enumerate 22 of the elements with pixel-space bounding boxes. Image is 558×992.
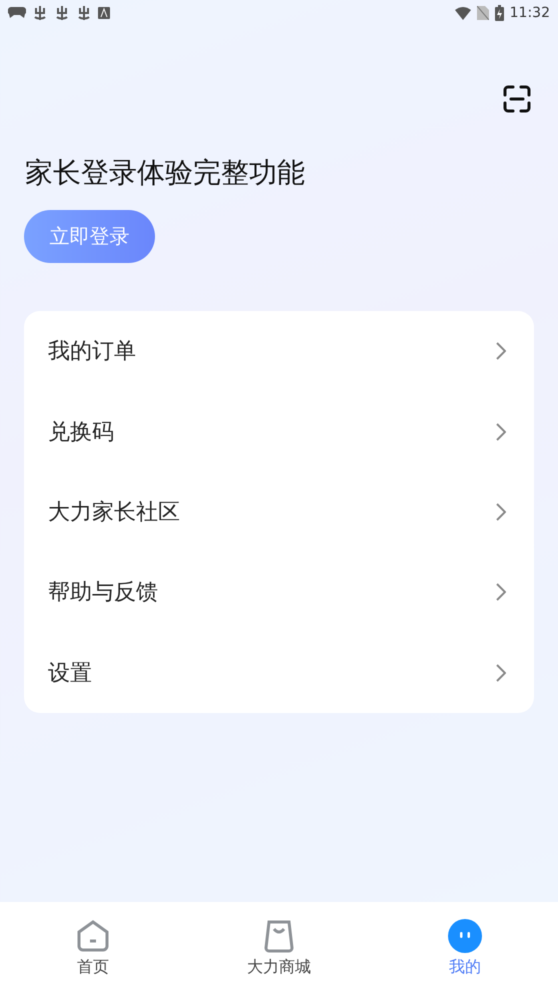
chevron-right-icon	[496, 502, 506, 521]
home-icon	[76, 919, 110, 953]
face-icon	[448, 919, 482, 953]
menu-item[interactable]: 设置	[48, 658, 92, 688]
chevron-right-icon	[496, 342, 506, 360]
nav-tab[interactable]: 我的	[372, 902, 558, 992]
wifi-icon	[454, 6, 471, 20]
scan-icon[interactable]	[502, 84, 532, 114]
no-sim-icon	[476, 6, 489, 20]
status-time: 11:32	[510, 5, 550, 21]
nav-tab[interactable]: 首页	[0, 902, 186, 992]
chevron-right-icon	[496, 422, 506, 441]
menu-item[interactable]: 大力家长社区	[48, 496, 180, 527]
menu-item[interactable]: 我的订单	[48, 336, 136, 366]
chevron-right-icon	[496, 664, 506, 682]
login-prompt: 家长登录体验完整功能	[25, 155, 306, 191]
menu-item[interactable]: 帮助与反馈	[48, 577, 158, 608]
chevron-right-icon	[496, 583, 506, 602]
shopping-bag-icon	[262, 919, 296, 953]
nav-tab[interactable]: 大力商城	[186, 902, 372, 992]
battery-icon	[494, 5, 504, 21]
menu-item[interactable]: 兑换码	[48, 416, 114, 447]
